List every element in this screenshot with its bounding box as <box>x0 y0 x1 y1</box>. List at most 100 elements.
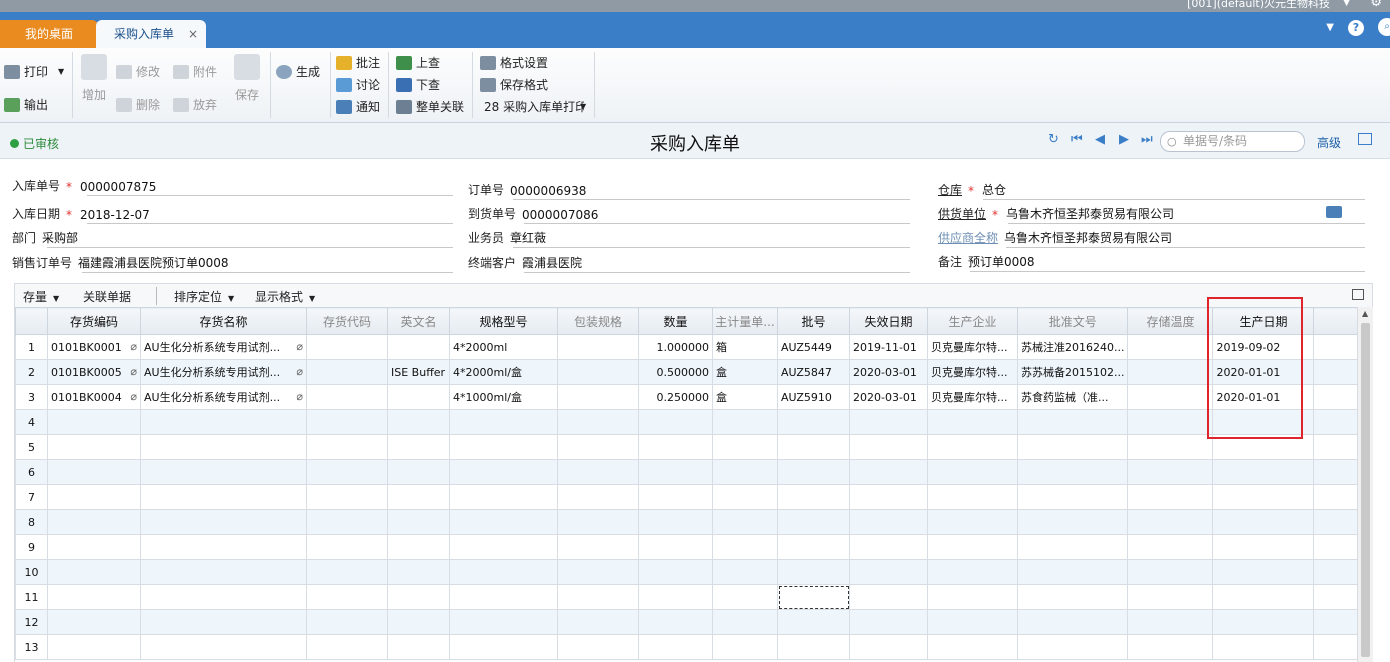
search-icon[interactable]: ⌕ <box>1378 18 1390 36</box>
prev-record-icon[interactable]: ◀ <box>1095 132 1105 147</box>
table-cell[interactable] <box>1127 634 1214 660</box>
table-cell[interactable] <box>638 509 713 535</box>
table-cell[interactable] <box>1313 609 1364 635</box>
table-cell[interactable] <box>638 459 713 485</box>
sort-locate-button[interactable]: 排序定位 ▼ <box>174 288 234 305</box>
table-cell[interactable] <box>638 434 713 460</box>
table-cell[interactable] <box>1127 409 1214 435</box>
table-cell[interactable]: 贝克曼库尔特... <box>927 359 1018 385</box>
prev-query-button[interactable]: 上查 <box>396 54 440 71</box>
discuss-button[interactable]: 讨论 <box>336 76 380 93</box>
column-header[interactable]: 规格型号 <box>449 307 558 335</box>
table-cell[interactable] <box>638 559 713 585</box>
table-cell[interactable] <box>777 434 850 460</box>
table-cell[interactable] <box>557 584 639 610</box>
table-cell[interactable] <box>712 509 778 535</box>
table-cell[interactable] <box>1212 584 1315 610</box>
warehouse-label[interactable]: 仓库 <box>938 181 962 198</box>
table-cell[interactable] <box>387 434 450 460</box>
table-cell[interactable] <box>47 634 141 660</box>
paperclip-icon[interactable]: ⌀ <box>130 340 137 353</box>
row-number[interactable]: 8 <box>15 509 48 535</box>
dept-value[interactable]: 采购部 <box>42 229 78 246</box>
table-row[interactable]: 12 <box>15 609 1364 635</box>
table-cell[interactable] <box>387 334 450 360</box>
row-number[interactable]: 12 <box>15 609 48 635</box>
table-cell[interactable] <box>1313 509 1364 535</box>
table-cell[interactable] <box>306 484 388 510</box>
table-cell[interactable] <box>777 609 850 635</box>
table-cell[interactable] <box>140 559 307 585</box>
table-cell[interactable] <box>306 459 388 485</box>
table-cell[interactable] <box>1016 484 1129 510</box>
table-cell[interactable] <box>47 509 141 535</box>
table-cell[interactable] <box>1016 584 1129 610</box>
table-cell[interactable]: 0101BK0004 ⌀ <box>47 384 141 410</box>
table-cell[interactable] <box>449 534 558 560</box>
notify-button[interactable]: 通知 <box>336 98 380 115</box>
receipt-no-value[interactable]: 0000007875 <box>80 180 156 194</box>
column-header[interactable]: 存储温度 <box>1127 307 1214 335</box>
last-record-icon[interactable]: ⏭ <box>1141 132 1153 147</box>
table-cell[interactable] <box>638 634 713 660</box>
table-cell[interactable] <box>1127 484 1214 510</box>
supplier-full-value[interactable]: 乌鲁木齐恒圣邦泰贸易有限公司 <box>1004 229 1172 246</box>
table-cell[interactable] <box>712 484 778 510</box>
table-cell[interactable] <box>306 509 388 535</box>
table-cell[interactable]: AU生化分析系统专用试剂... ⌀ <box>140 334 307 360</box>
table-cell[interactable] <box>927 634 1018 660</box>
supplier-field[interactable]: 供货单位 * 乌鲁木齐恒圣邦泰贸易有限公司 <box>938 202 1365 224</box>
table-cell[interactable] <box>557 459 639 485</box>
generate-button[interactable]: 生成 <box>276 63 320 80</box>
paperclip-icon[interactable]: ⌀ <box>296 365 303 378</box>
order-no-value[interactable]: 0000006938 <box>510 184 586 198</box>
table-cell[interactable] <box>849 434 928 460</box>
display-format-button[interactable]: 显示格式 ▼ <box>255 288 315 305</box>
table-cell[interactable] <box>557 609 639 635</box>
table-cell[interactable] <box>1212 609 1315 635</box>
table-cell[interactable] <box>1212 634 1315 660</box>
table-cell[interactable] <box>387 459 450 485</box>
table-cell[interactable] <box>449 484 558 510</box>
row-number[interactable]: 10 <box>15 559 48 585</box>
stock-button[interactable]: 存量 ▼ <box>23 288 59 305</box>
table-cell[interactable] <box>387 584 450 610</box>
table-cell[interactable] <box>777 559 850 585</box>
table-cell[interactable] <box>140 584 307 610</box>
table-cell[interactable] <box>557 534 639 560</box>
next-record-icon[interactable]: ▶ <box>1119 132 1129 147</box>
table-cell[interactable]: 贝克曼库尔特... <box>927 334 1018 360</box>
row-number[interactable]: 7 <box>15 484 48 510</box>
table-cell[interactable]: 0.250000 <box>638 384 713 410</box>
table-cell[interactable] <box>140 534 307 560</box>
table-row[interactable]: 2 0101BK0005 ⌀ AU生化分析系统专用试剂... ⌀ ISE Buffer 4*… <box>15 359 1364 385</box>
table-cell[interactable] <box>1016 559 1129 585</box>
table-cell[interactable] <box>927 484 1018 510</box>
scroll-thumb[interactable] <box>1361 323 1370 657</box>
table-cell[interactable] <box>1313 334 1364 360</box>
table-cell[interactable] <box>140 634 307 660</box>
column-header[interactable]: 生产企业 <box>927 307 1018 335</box>
table-cell[interactable] <box>387 559 450 585</box>
table-row[interactable]: 8 <box>15 509 1364 535</box>
delete-button[interactable]: 删除 <box>116 96 160 113</box>
table-cell[interactable]: 2019-11-01 <box>849 334 928 360</box>
table-cell[interactable] <box>306 409 388 435</box>
receipt-date-value[interactable]: 2018-12-07 <box>80 208 150 222</box>
chevron-down-icon[interactable]: ▼ <box>1326 22 1334 33</box>
table-cell[interactable] <box>1127 584 1214 610</box>
column-header[interactable]: 包装规格 <box>557 307 639 335</box>
table-cell[interactable] <box>557 509 639 535</box>
row-number[interactable]: 5 <box>15 434 48 460</box>
table-cell[interactable] <box>449 459 558 485</box>
table-cell[interactable]: 2020-03-01 <box>849 384 928 410</box>
row-number[interactable]: 11 <box>15 584 48 610</box>
expand-icon[interactable] <box>1352 289 1364 300</box>
doc-link-button[interactable]: 整单关联 <box>396 98 464 115</box>
edit-button[interactable]: 修改 <box>116 63 160 80</box>
remark-field[interactable]: 备注 预订单0008 <box>938 250 1365 272</box>
add-button[interactable]: 增加 <box>80 54 108 103</box>
table-cell[interactable] <box>1212 484 1315 510</box>
table-cell[interactable]: 苏械注准2016240... <box>1016 334 1129 360</box>
row-number[interactable]: 3 <box>15 384 48 410</box>
